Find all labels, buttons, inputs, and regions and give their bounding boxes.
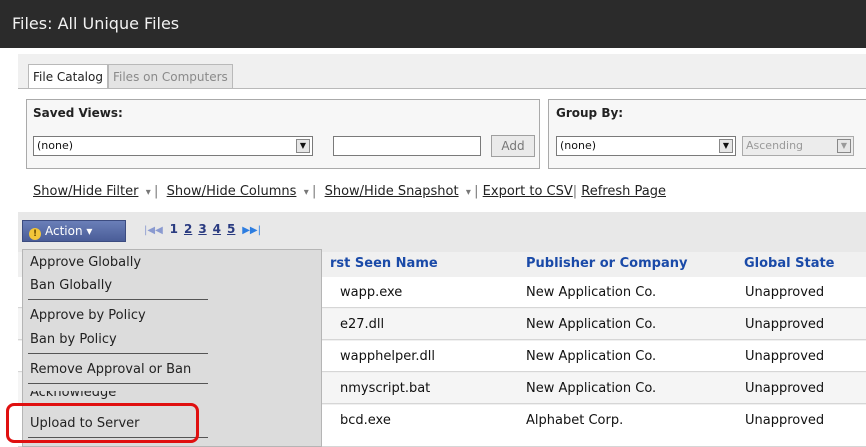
- chevron-down-icon: ▾: [86, 224, 93, 238]
- tab-files-on-computers[interactable]: Files on Computers: [107, 64, 233, 88]
- global-state-cell: Unapproved: [745, 349, 825, 364]
- publisher-cell: Alphabet Corp.: [526, 413, 624, 428]
- last-page-icon[interactable]: ▶|: [250, 225, 261, 236]
- shield-icon: !: [29, 228, 41, 240]
- menu-item-approve-globally[interactable]: Approve Globally: [30, 255, 141, 270]
- menu-item-remove-approval-or-ban[interactable]: Remove Approval or Ban: [30, 362, 191, 377]
- add-view-button[interactable]: Add: [491, 135, 535, 157]
- page-5-link[interactable]: 5: [227, 222, 235, 236]
- show-hide-columns-link[interactable]: Show/Hide Columns: [167, 184, 297, 199]
- menu-item-acknowledge[interactable]: Acknowledge: [30, 391, 116, 400]
- global-state-cell: Unapproved: [745, 317, 825, 332]
- file-name-cell: e27.dll: [340, 317, 385, 332]
- menu-item-approve-by-policy[interactable]: Approve by Policy: [30, 308, 146, 323]
- chevron-down-icon: ▼: [296, 139, 310, 153]
- saved-views-label: Saved Views:: [33, 106, 123, 120]
- saved-views-select-value: (none): [37, 139, 74, 152]
- tab-bar: File Catalog Files on Computers: [28, 64, 233, 88]
- caret-down-icon: ▾: [462, 187, 475, 198]
- global-state-cell: Unapproved: [745, 381, 825, 396]
- page-2-link[interactable]: 2: [184, 222, 192, 236]
- publisher-cell: New Application Co.: [526, 317, 657, 332]
- sort-order-select: Ascending ▼: [742, 136, 854, 156]
- chevron-down-icon: ▼: [719, 139, 733, 153]
- menu-item-ban-by-policy[interactable]: Ban by Policy: [30, 332, 117, 347]
- page-4-link[interactable]: 4: [213, 222, 221, 236]
- first-page-icon[interactable]: |◀: [144, 225, 155, 236]
- group-by-label: Group By:: [556, 106, 624, 120]
- column-header-first-seen-name[interactable]: rst Seen Name: [330, 252, 438, 276]
- column-header-global-state[interactable]: Global State: [744, 252, 835, 276]
- action-menu-button[interactable]: ! Action ▾: [22, 220, 126, 242]
- global-state-cell: Unapproved: [745, 413, 825, 428]
- menu-item-ban-globally[interactable]: Ban Globally: [30, 278, 112, 293]
- sort-order-value: Ascending: [746, 139, 804, 152]
- global-state-cell: Unapproved: [745, 285, 825, 300]
- group-by-select[interactable]: (none) ▼: [556, 136, 736, 156]
- menu-divider: [28, 299, 208, 300]
- publisher-cell: New Application Co.: [526, 381, 657, 396]
- pager: |◀◀ 12345 ▶▶|: [144, 222, 261, 236]
- group-by-select-value: (none): [560, 139, 597, 152]
- file-name-cell: wapp.exe: [340, 285, 403, 300]
- publisher-cell: New Application Co.: [526, 285, 657, 300]
- saved-views-select[interactable]: (none) ▼: [33, 136, 313, 156]
- export-csv-link[interactable]: Export to CSV: [483, 184, 573, 199]
- file-name-cell: nmyscript.bat: [340, 381, 431, 396]
- caret-down-icon: ▾: [142, 187, 154, 198]
- publisher-cell: New Application Co.: [526, 349, 657, 364]
- view-name-input[interactable]: [333, 136, 481, 156]
- prev-page-icon[interactable]: ◀: [155, 225, 163, 236]
- saved-views-box: Saved Views: (none) ▼ Add: [26, 99, 540, 169]
- chevron-down-icon: ▼: [837, 139, 851, 153]
- tab-file-catalog[interactable]: File Catalog: [28, 64, 108, 88]
- menu-divider: [28, 353, 208, 354]
- next-page-icon[interactable]: ▶: [242, 225, 250, 236]
- menu-divider: [28, 383, 208, 384]
- refresh-page-link[interactable]: Refresh Page: [581, 184, 666, 199]
- show-hide-snapshot-link[interactable]: Show/Hide Snapshot: [325, 184, 459, 199]
- window-title: Files: All Unique Files: [0, 0, 866, 48]
- caret-down-icon: ▾: [300, 187, 312, 198]
- column-header-publisher[interactable]: Publisher or Company: [526, 252, 687, 276]
- file-name-cell: wapphelper.dll: [340, 349, 435, 364]
- upload-to-server-highlight: [6, 403, 199, 443]
- view-links-bar: Show/Hide Filter ▾ | Show/Hide Columns ▾…: [33, 184, 666, 199]
- group-by-box: Group By: (none) ▼ Ascending ▼: [548, 99, 866, 169]
- page-1: 1: [169, 222, 178, 236]
- action-label: Action: [45, 224, 83, 238]
- show-hide-filter-link[interactable]: Show/Hide Filter: [33, 184, 138, 199]
- file-name-cell: bcd.exe: [340, 413, 391, 428]
- page-3-link[interactable]: 3: [198, 222, 206, 236]
